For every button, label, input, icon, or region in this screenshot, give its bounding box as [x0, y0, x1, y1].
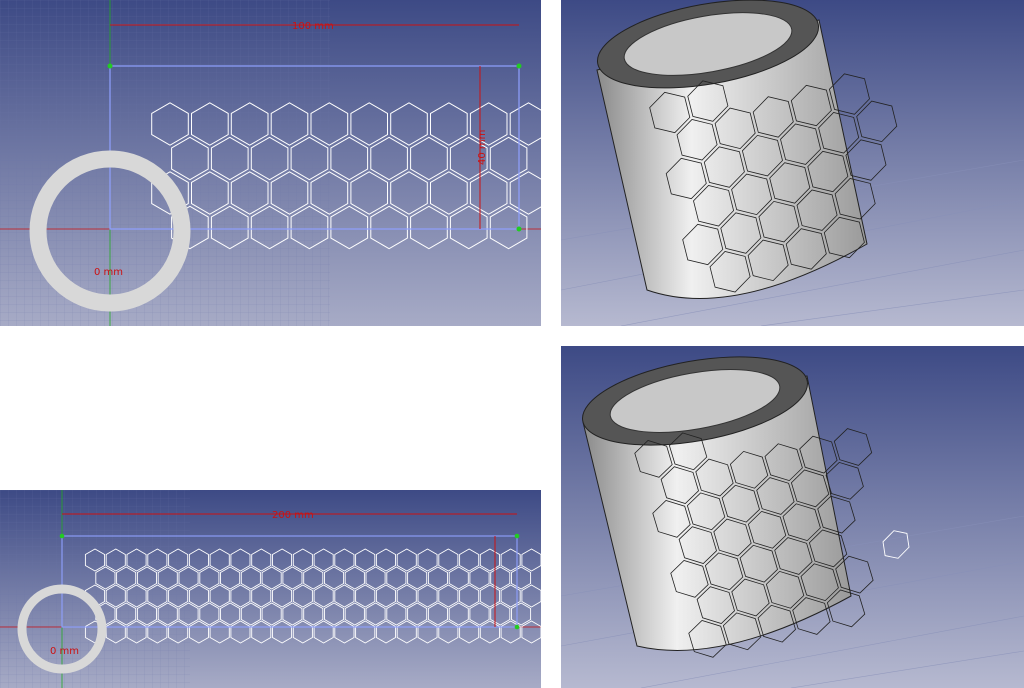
- origin-dimension-label: 0 mm: [50, 646, 79, 657]
- width-dimension-label: 200 mm: [272, 510, 314, 521]
- corner-point[interactable]: [514, 624, 520, 630]
- render-view-top[interactable]: [561, 0, 1024, 326]
- render-view-bottom[interactable]: [561, 346, 1024, 688]
- sketch-canvas-top[interactable]: 100 mm 40 mm 0 mm: [0, 0, 541, 326]
- corner-point[interactable]: [516, 226, 522, 232]
- origin-point[interactable]: [59, 533, 65, 539]
- sketch-view-top[interactable]: 100 mm 40 mm 0 mm: [0, 0, 541, 326]
- sketch-view-bottom[interactable]: 200 mm 0 mm: [0, 490, 541, 688]
- render-canvas-bottom[interactable]: [561, 346, 1024, 688]
- corner-point[interactable]: [514, 533, 520, 539]
- height-dimension-label: 40 mm: [477, 130, 488, 165]
- origin-point[interactable]: [107, 63, 113, 69]
- origin-dimension-label: 0 mm: [94, 267, 123, 278]
- render-canvas-top[interactable]: [561, 0, 1024, 326]
- corner-point[interactable]: [516, 63, 522, 69]
- width-dimension-label: 100 mm: [292, 21, 334, 32]
- sketch-canvas-bottom[interactable]: 200 mm 0 mm: [0, 490, 541, 688]
